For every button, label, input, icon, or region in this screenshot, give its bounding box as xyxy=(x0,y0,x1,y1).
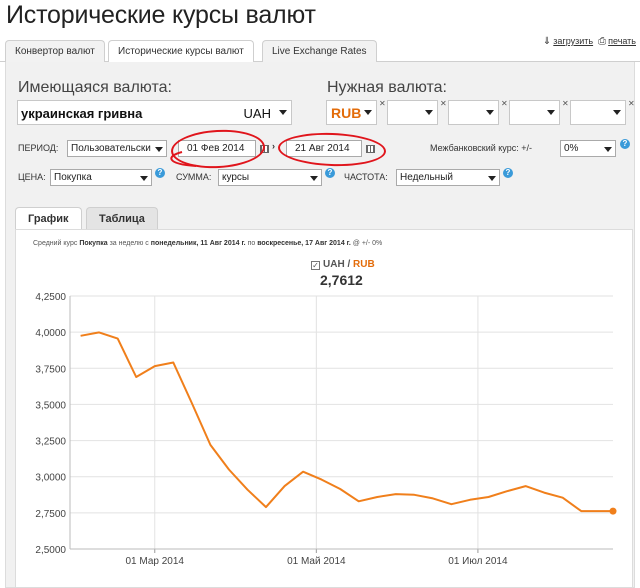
y-tick-label: 4,2500 xyxy=(35,292,66,303)
line-chart: 4,2500 4,0000 3,7500 3,5000 3,2500 3,0000 2,75… xyxy=(35,292,617,567)
series-line xyxy=(80,331,613,513)
y-tick-label: 2,5000 xyxy=(35,545,66,556)
y-tick-label: 2,7500 xyxy=(35,509,66,520)
y-tick-label: 4,0000 xyxy=(35,328,66,339)
x-tick-label: 01 Май 2014 xyxy=(287,556,346,567)
y-tick-label: 3,5000 xyxy=(35,400,66,411)
y-tick-label: 3,2500 xyxy=(35,437,66,448)
series-end-point xyxy=(609,507,617,515)
y-tick-label: 3,7500 xyxy=(35,364,66,375)
x-tick-label: 01 Мар 2014 xyxy=(126,556,185,567)
y-tick-label: 3,0000 xyxy=(35,473,66,484)
x-tick-label: 01 Июл 2014 xyxy=(448,556,508,567)
